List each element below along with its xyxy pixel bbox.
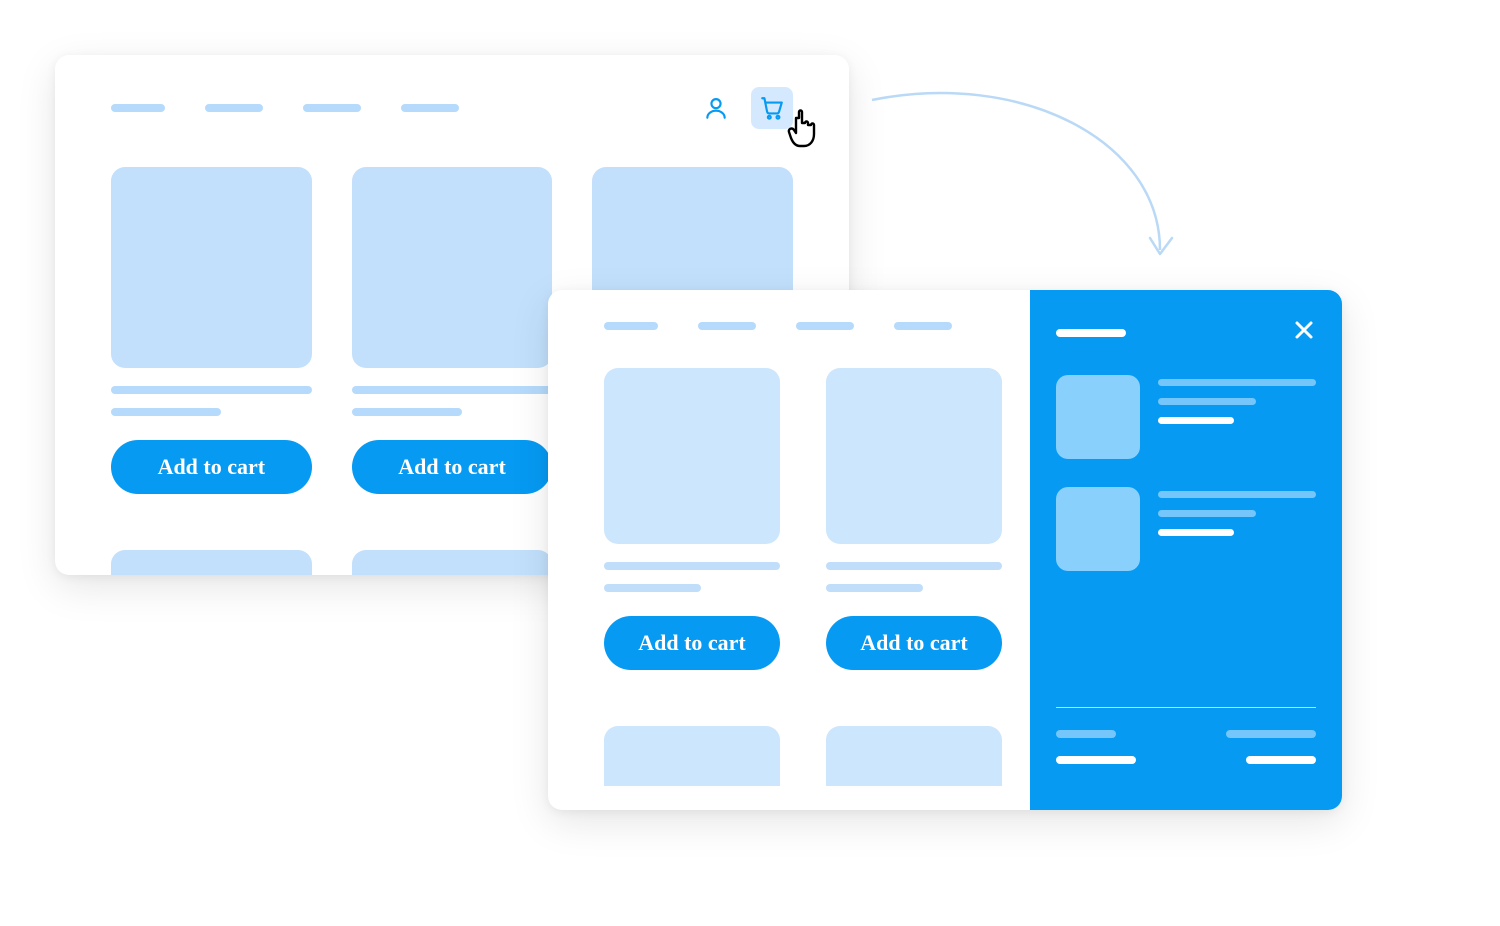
product-price-placeholder bbox=[604, 584, 701, 592]
cart-icon bbox=[759, 95, 785, 121]
product-title-placeholder bbox=[352, 386, 553, 394]
nav-link-placeholder[interactable] bbox=[205, 104, 263, 112]
product-price-placeholder bbox=[352, 408, 462, 416]
nav-link-placeholder[interactable] bbox=[796, 322, 854, 330]
nav-link-placeholder[interactable] bbox=[111, 104, 165, 112]
nav-link-placeholder[interactable] bbox=[401, 104, 459, 112]
cart-panel bbox=[1030, 290, 1342, 810]
cart-item bbox=[1056, 487, 1316, 571]
product-card: Add to cart bbox=[826, 368, 1002, 670]
cart-item bbox=[1056, 375, 1316, 459]
cart-button[interactable] bbox=[751, 87, 793, 129]
add-to-cart-button[interactable]: Add to cart bbox=[352, 440, 553, 494]
product-card: Add to cart bbox=[111, 167, 312, 494]
product-title-placeholder bbox=[604, 562, 780, 570]
product-image-placeholder bbox=[111, 550, 312, 575]
product-price-placeholder bbox=[111, 408, 221, 416]
product-listing-screen-with-cart: Add to cart Add to cart bbox=[548, 290, 1342, 810]
product-price-placeholder bbox=[826, 584, 923, 592]
cart-item-subtitle-placeholder bbox=[1158, 398, 1256, 405]
product-image-placeholder bbox=[352, 550, 553, 575]
cart-subtotal-label-placeholder bbox=[1056, 730, 1116, 738]
cart-total-value-placeholder bbox=[1246, 756, 1316, 764]
product-title-placeholder bbox=[826, 562, 1002, 570]
product-card: Add to cart bbox=[352, 167, 553, 494]
flow-arrow bbox=[860, 80, 1200, 280]
cart-total-label-placeholder bbox=[1056, 756, 1136, 764]
add-to-cart-button[interactable]: Add to cart bbox=[604, 616, 780, 670]
cart-item-price-placeholder bbox=[1158, 417, 1234, 424]
nav-link-placeholder[interactable] bbox=[698, 322, 756, 330]
add-to-cart-button[interactable]: Add to cart bbox=[111, 440, 312, 494]
add-to-cart-button[interactable]: Add to cart bbox=[826, 616, 1002, 670]
account-button[interactable] bbox=[695, 87, 737, 129]
product-title-placeholder bbox=[111, 386, 312, 394]
product-card: Add to cart bbox=[604, 368, 780, 670]
product-image-placeholder bbox=[604, 368, 780, 544]
top-nav bbox=[55, 55, 849, 139]
nav-link-placeholder[interactable] bbox=[303, 104, 361, 112]
product-image-placeholder bbox=[352, 167, 553, 368]
cart-subtotal-value-placeholder bbox=[1226, 730, 1316, 738]
cart-divider bbox=[1056, 707, 1316, 708]
cart-item-image-placeholder bbox=[1056, 487, 1140, 571]
product-image-placeholder bbox=[826, 368, 1002, 544]
cart-item-title-placeholder bbox=[1158, 491, 1316, 498]
cart-item-title-placeholder bbox=[1158, 379, 1316, 386]
close-icon bbox=[1292, 318, 1316, 342]
product-image-placeholder bbox=[826, 726, 1002, 786]
close-cart-button[interactable] bbox=[1292, 318, 1316, 347]
cart-total-row bbox=[1056, 756, 1316, 764]
user-icon bbox=[703, 95, 729, 121]
cart-item-price-placeholder bbox=[1158, 529, 1234, 536]
cart-panel-title-placeholder bbox=[1056, 329, 1126, 337]
nav-link-placeholder[interactable] bbox=[604, 322, 658, 330]
cart-subtotal-row bbox=[1056, 730, 1316, 738]
cart-item-image-placeholder bbox=[1056, 375, 1140, 459]
nav-link-placeholder[interactable] bbox=[894, 322, 952, 330]
product-image-placeholder bbox=[604, 726, 780, 786]
cart-item-subtitle-placeholder bbox=[1158, 510, 1256, 517]
product-image-placeholder bbox=[111, 167, 312, 368]
